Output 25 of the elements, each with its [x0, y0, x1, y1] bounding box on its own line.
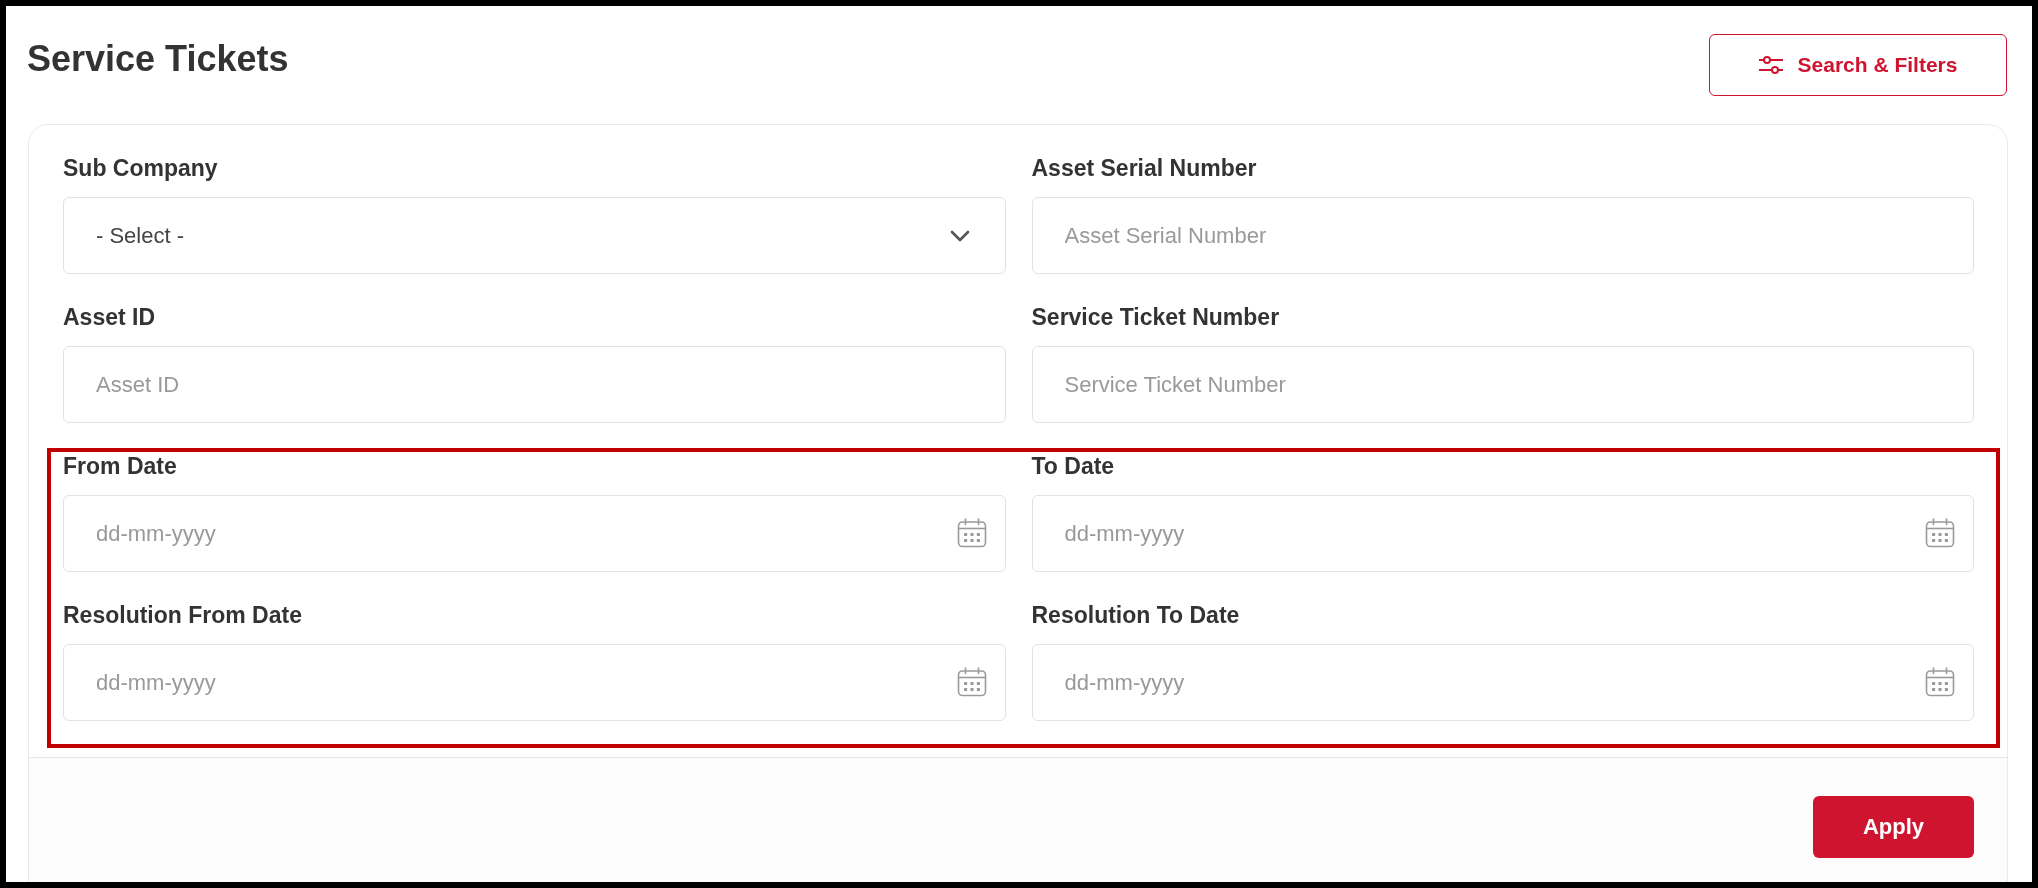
date-field[interactable]: dd-mm-yyyy — [1031, 495, 1974, 572]
calendar-icon[interactable] — [1925, 667, 1955, 697]
input-field[interactable]: Asset Serial Number — [1031, 197, 1974, 274]
input-field[interactable]: Asset ID — [63, 346, 1006, 423]
calendar-icon[interactable] — [956, 518, 987, 548]
field-label: Resolution From Date — [63, 601, 302, 629]
field-label: Asset Serial Number — [1031, 154, 1257, 182]
input-field[interactable]: Service Ticket Number — [1031, 346, 1974, 423]
chevron-down-icon — [949, 229, 970, 242]
field-label: Sub Company — [63, 154, 218, 182]
field-label: Resolution To Date — [1031, 601, 1240, 629]
field-label: To Date — [1031, 452, 1115, 480]
sliders-icon — [1758, 56, 1783, 74]
field-label: Service Ticket Number — [1031, 303, 1280, 331]
page-title: Service Tickets — [27, 38, 289, 80]
field-label: From Date — [63, 452, 177, 480]
dropdown-field[interactable]: - Select - — [63, 197, 1006, 274]
date-field[interactable]: dd-mm-yyyy — [1031, 644, 1974, 721]
date-field[interactable]: dd-mm-yyyy — [63, 644, 1006, 721]
field-label: Asset ID — [63, 303, 156, 331]
date-field[interactable]: dd-mm-yyyy — [63, 495, 1006, 572]
search-filters-button[interactable]: Search & Filters — [1709, 34, 2007, 96]
apply-button[interactable]: Apply — [1813, 796, 1974, 858]
calendar-icon[interactable] — [956, 667, 987, 697]
calendar-icon[interactable] — [1925, 518, 1955, 548]
